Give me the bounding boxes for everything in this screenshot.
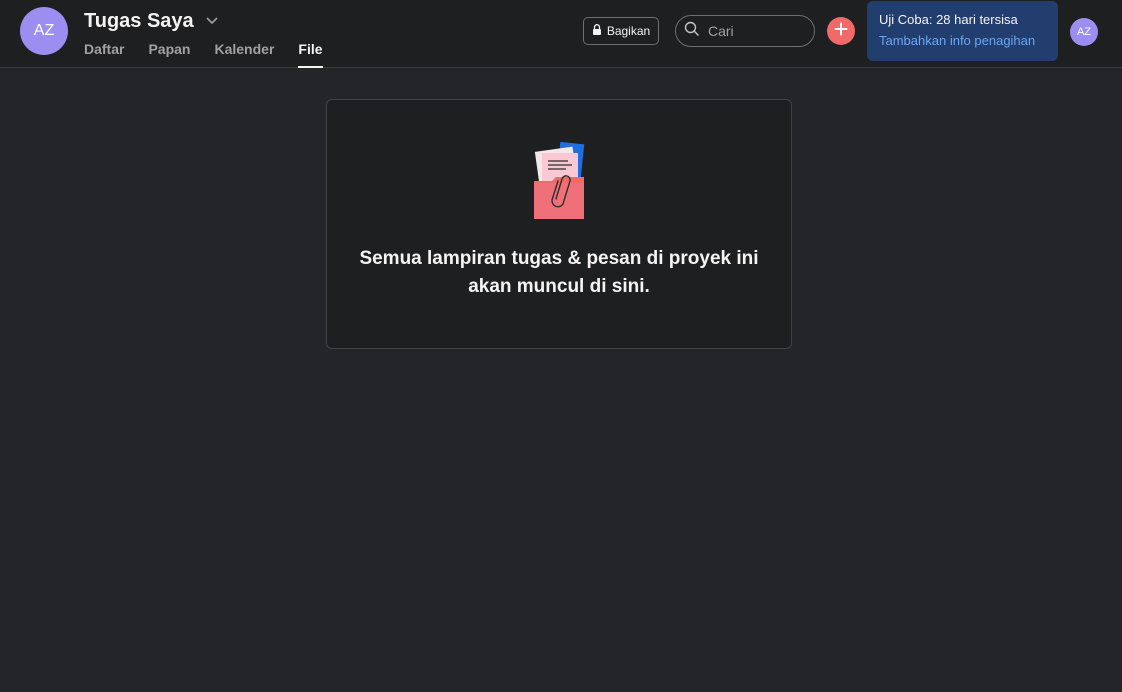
plus-icon: [834, 22, 848, 41]
top-bar: AZ Tugas Saya Daftar Papan Kalender File…: [0, 0, 1122, 68]
add-button[interactable]: [827, 17, 855, 45]
view-tabs: Daftar Papan Kalender File: [84, 40, 323, 68]
tab-kalender[interactable]: Kalender: [214, 40, 274, 68]
share-button[interactable]: Bagikan: [583, 17, 659, 45]
empty-state-card: Semua lampiran tugas & pesan di proyek i…: [326, 99, 792, 349]
add-billing-info-link[interactable]: Tambahkan info penagihan: [879, 33, 1046, 48]
project-avatar[interactable]: AZ: [20, 7, 68, 55]
search-icon: [684, 21, 700, 42]
user-avatar[interactable]: AZ: [1070, 18, 1098, 46]
lock-icon: [592, 24, 602, 38]
tab-daftar[interactable]: Daftar: [84, 40, 124, 68]
empty-state-message: Semua lampiran tugas & pesan di proyek i…: [347, 245, 771, 301]
tab-file[interactable]: File: [298, 40, 323, 68]
attachment-folder-illustration: [532, 141, 588, 221]
empty-state-line-2: akan muncul di sini.: [468, 276, 650, 297]
trial-days-remaining: Uji Coba: 28 hari tersisa: [879, 12, 1018, 27]
empty-state-line-1: Semua lampiran tugas & pesan di proyek i…: [359, 248, 759, 269]
tab-papan[interactable]: Papan: [148, 40, 190, 68]
search-input[interactable]: [708, 23, 808, 39]
search-box[interactable]: [675, 15, 815, 47]
project-title[interactable]: Tugas Saya: [84, 10, 194, 33]
chevron-down-icon[interactable]: [204, 13, 220, 29]
trial-banner: Uji Coba: 28 hari tersisa Tambahkan info…: [867, 1, 1058, 61]
share-button-label: Bagikan: [606, 24, 651, 38]
project-title-row: Tugas Saya: [84, 9, 220, 33]
